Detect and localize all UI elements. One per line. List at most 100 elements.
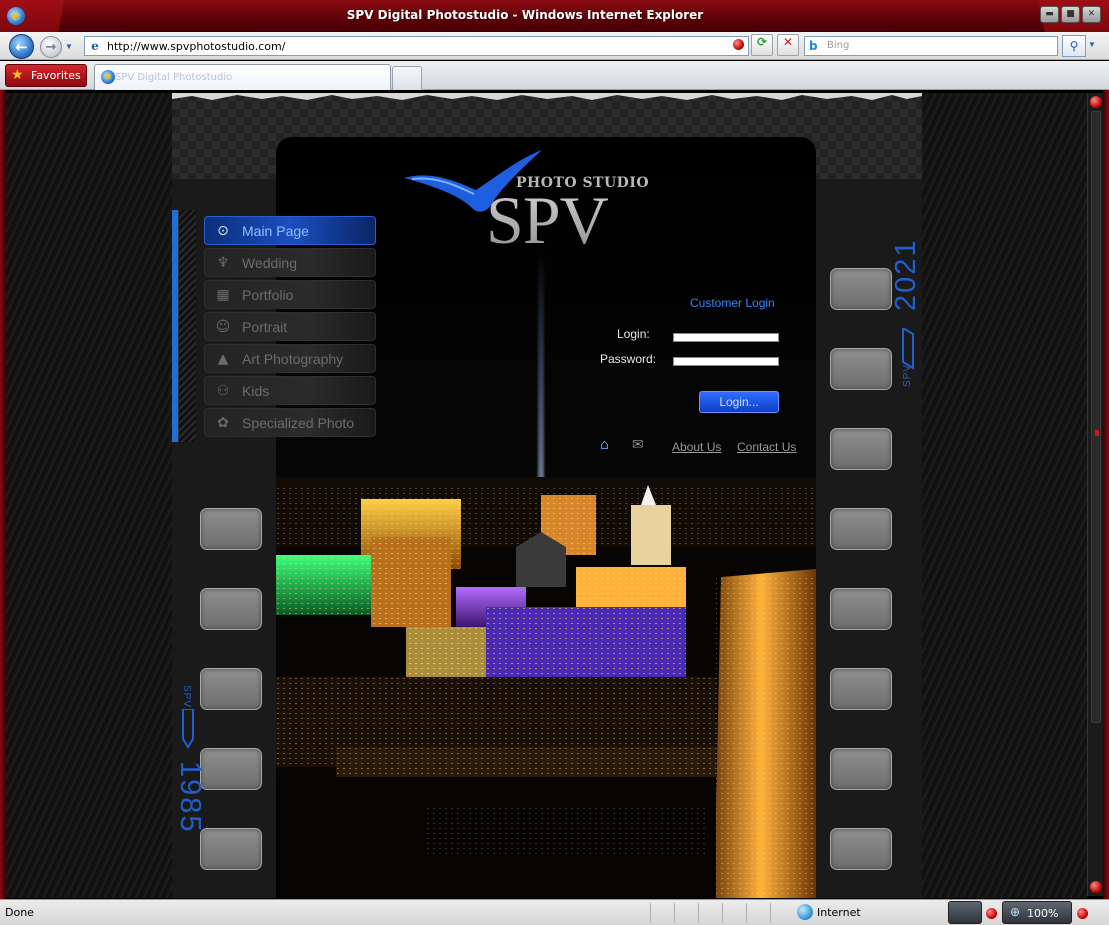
- search-field[interactable]: b Bing: [804, 36, 1058, 56]
- tab-spv[interactable]: e SPV Digital Photostudio: [94, 64, 391, 90]
- zoom-level: 100%: [1027, 907, 1059, 920]
- status-cell: [698, 903, 722, 922]
- year-2021: 2021: [890, 238, 922, 311]
- logo-text: SPV: [486, 182, 609, 258]
- favorites-label: Favorites: [31, 69, 81, 82]
- minimize-button[interactable]: ▬: [1040, 6, 1059, 23]
- nav-art-photography[interactable]: ▲ Art Photography: [204, 344, 376, 373]
- login-input[interactable]: [673, 333, 779, 342]
- zoom-dropdown-icon[interactable]: [1077, 908, 1088, 919]
- nav-label: Main Page: [242, 223, 309, 239]
- city-night-photo: [276, 477, 816, 898]
- address-field[interactable]: e http://www.spvphotostudio.com/: [84, 36, 749, 56]
- film-hole: [830, 828, 892, 870]
- window-titlebar: e SPV Digital Photostudio - Windows Inte…: [0, 0, 1109, 32]
- spv-tag-left: SPV: [181, 685, 192, 709]
- status-bar: Done Internet ⊕ 100%: [0, 899, 1109, 925]
- security-zone: Internet: [817, 906, 861, 919]
- nav-kids[interactable]: ⚇ Kids: [204, 376, 376, 405]
- window-controls: ▬ ■ ✕: [1040, 6, 1101, 23]
- search-placeholder: Bing: [827, 40, 850, 51]
- search-options-icon[interactable]: ▼: [1088, 40, 1096, 49]
- film-hole: [830, 748, 892, 790]
- scroll-down-button[interactable]: [1090, 881, 1102, 893]
- contact-us-link[interactable]: Contact Us: [737, 440, 796, 454]
- star-icon: ★: [11, 67, 24, 83]
- customer-login-title: Customer Login: [690, 296, 775, 310]
- spv-tag-right: SPV: [902, 363, 913, 387]
- status-text: Done: [5, 906, 34, 919]
- history-dropdown-icon[interactable]: ▼: [65, 42, 73, 51]
- close-button[interactable]: ✕: [1082, 6, 1101, 23]
- main-page-icon: ⊙: [217, 223, 229, 239]
- nav-label: Portrait: [242, 319, 288, 335]
- film-hole: [830, 508, 892, 550]
- zoom-button[interactable]: ⊕ 100%: [1002, 901, 1072, 924]
- nav-portfolio[interactable]: ▦ Portfolio: [204, 280, 376, 309]
- bing-icon: b: [809, 39, 818, 53]
- password-input[interactable]: [673, 357, 779, 366]
- status-cell: [650, 903, 674, 922]
- city-skyline-image: [276, 477, 816, 898]
- nav-hatch: [178, 210, 196, 442]
- window-title: SPV Digital Photostudio - Windows Intern…: [346, 8, 704, 22]
- mountain-icon: ▲: [217, 351, 229, 367]
- nav-wedding[interactable]: ♆ Wedding: [204, 248, 376, 277]
- film-hole: [200, 828, 262, 870]
- stop-button[interactable]: ✕: [777, 34, 799, 56]
- portrait-icon: ☺: [215, 319, 231, 335]
- film-hole: [830, 348, 892, 390]
- scroll-thumb[interactable]: [1091, 111, 1101, 723]
- year-right: 2021: [890, 225, 922, 315]
- tab-bar: ★ Favorites e SPV Digital Photostudio: [0, 61, 1109, 90]
- new-tab-button[interactable]: [392, 66, 422, 90]
- tab-label: SPV Digital Photostudio: [115, 72, 233, 83]
- year-1985: 1985: [174, 761, 206, 834]
- arrow-down-icon: [182, 709, 194, 749]
- nav-main-page[interactable]: ⊙ Main Page: [204, 216, 376, 245]
- torn-edge: [172, 93, 922, 101]
- film-hole: [200, 748, 262, 790]
- login-button[interactable]: Login...: [699, 391, 779, 413]
- status-cell: [770, 903, 794, 922]
- login-label: Login:: [617, 327, 650, 341]
- nav-specialized-photo[interactable]: ✿ Specialized Photo: [204, 408, 376, 437]
- film-hole: [830, 588, 892, 630]
- home-icon[interactable]: ⌂: [600, 437, 609, 453]
- about-us-link[interactable]: About Us: [672, 440, 721, 454]
- film-hole: [200, 508, 262, 550]
- flower-icon: ✿: [217, 415, 229, 431]
- status-cell: [674, 903, 698, 922]
- globe-icon: [797, 904, 813, 920]
- vertical-scrollbar[interactable]: [1087, 93, 1103, 896]
- film-icon: ▦: [216, 287, 230, 303]
- film-hole: [200, 668, 262, 710]
- favorites-button[interactable]: ★ Favorites: [5, 64, 87, 87]
- maximize-button[interactable]: ■: [1061, 6, 1080, 23]
- film-hole: [830, 268, 892, 310]
- scroll-up-button[interactable]: [1090, 96, 1102, 108]
- address-url[interactable]: http://www.spvphotostudio.com/: [107, 40, 285, 53]
- film-hole: [830, 428, 892, 470]
- wedding-icon: ♆: [216, 255, 230, 271]
- password-label: Password:: [600, 352, 657, 366]
- back-button[interactable]: ←: [9, 34, 34, 59]
- ie-tab-icon: e: [101, 70, 115, 84]
- compatibility-icon[interactable]: [733, 39, 744, 50]
- refresh-button[interactable]: ⟳: [751, 34, 773, 56]
- search-button[interactable]: ⚲: [1062, 35, 1086, 57]
- status-cell: [746, 903, 770, 922]
- film-hole: [200, 588, 262, 630]
- mail-icon[interactable]: ✉: [632, 437, 644, 453]
- nav-label: Specialized Photo: [242, 415, 355, 431]
- film-hole: [830, 668, 892, 710]
- nav-label: Art Photography: [242, 351, 344, 367]
- protected-mode-button[interactable]: [948, 901, 982, 924]
- kids-icon: ⚇: [216, 383, 230, 399]
- status-indicator-icon: [986, 908, 997, 919]
- nav-portrait[interactable]: ☺ Portrait: [204, 312, 376, 341]
- status-cell: [722, 903, 746, 922]
- forward-button[interactable]: →: [40, 36, 62, 58]
- page-icon: e: [91, 39, 99, 53]
- light-beam: [538, 247, 544, 507]
